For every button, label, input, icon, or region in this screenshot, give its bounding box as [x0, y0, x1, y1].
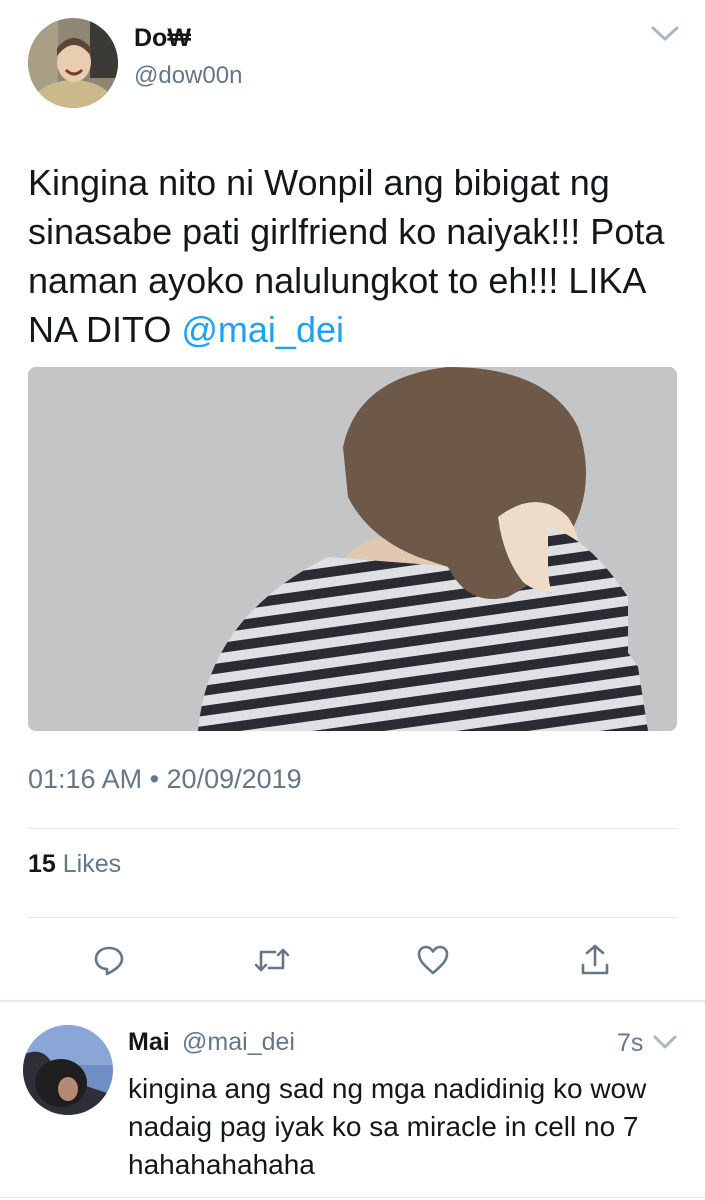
chevron-down-icon[interactable]	[650, 22, 680, 44]
retweet-icon[interactable]	[252, 940, 292, 980]
likes-number: 15	[28, 850, 56, 878]
main-tweet: Do₩ @dow00n Kingina nito ni Wonpil ang b…	[0, 0, 705, 1000]
reply-display-name[interactable]: Mai	[128, 1028, 170, 1057]
reply-avatar[interactable]	[23, 1025, 113, 1115]
divider	[0, 1197, 705, 1198]
heart-icon[interactable]	[413, 940, 453, 980]
share-icon[interactable]	[575, 940, 615, 980]
reply-tweet[interactable]: Mai @mai_dei 7s kingina ang sad ng mga n…	[0, 1002, 705, 1200]
reply-time: 7s	[617, 1029, 644, 1057]
divider	[28, 917, 677, 918]
reply-text: kingina ang sad ng mga nadidinig ko wow …	[128, 1073, 647, 1180]
divider	[28, 828, 677, 829]
tweet-body: Kingina nito ni Wonpil ang bibigat ng si…	[28, 162, 665, 350]
author-display-name[interactable]: Do₩	[134, 24, 191, 53]
tweet-photo[interactable]	[28, 367, 677, 731]
likes-count[interactable]: 15 Likes	[28, 850, 121, 879]
reply-icon[interactable]	[89, 940, 129, 980]
mention-link[interactable]: @mai_dei	[181, 309, 344, 350]
tweet-text: Kingina nito ni Wonpil ang bibigat ng si…	[28, 158, 678, 354]
tweet-timestamp: 01:16 AM • 20/09/2019	[28, 764, 302, 794]
author-avatar[interactable]	[28, 18, 118, 108]
likes-label: Likes	[55, 850, 122, 878]
author-handle[interactable]: @dow00n	[134, 62, 242, 90]
reply-handle[interactable]: @mai_dei	[182, 1028, 295, 1057]
chevron-down-icon[interactable]	[652, 1032, 678, 1052]
